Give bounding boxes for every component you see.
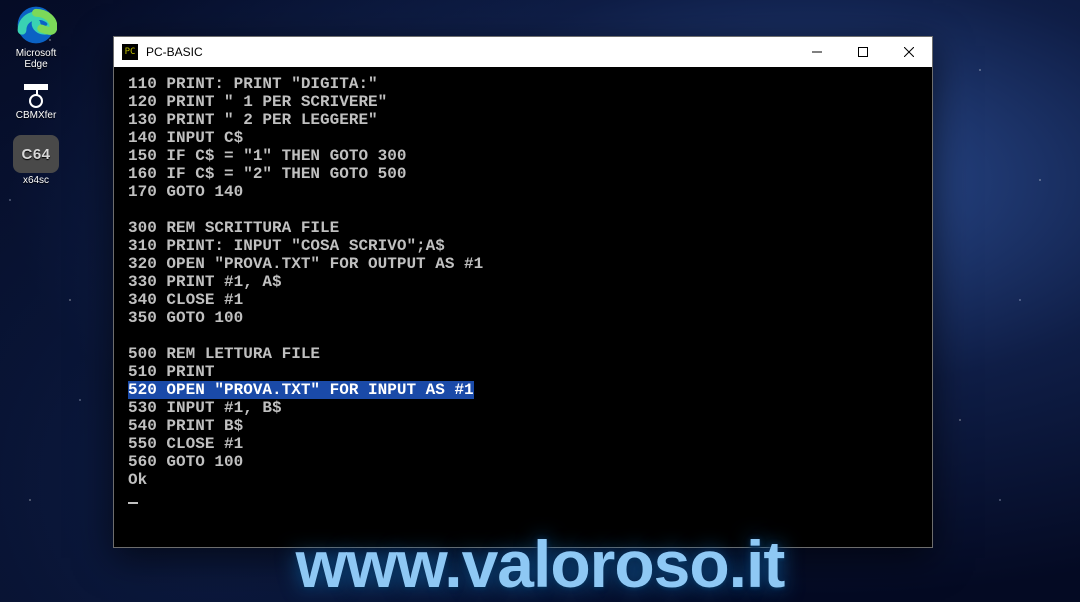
code-line: 510 PRINT <box>128 363 918 381</box>
code-line: 330 PRINT #1, A$ <box>128 273 918 291</box>
code-line: 500 REM LETTURA FILE <box>128 345 918 363</box>
code-line: 170 GOTO 140 <box>128 183 918 201</box>
cursor <box>128 502 138 504</box>
code-line: 310 PRINT: INPUT "COSA SCRIVO";A$ <box>128 237 918 255</box>
code-line: 520 OPEN "PROVA.TXT" FOR INPUT AS #1 <box>128 381 918 399</box>
app-icon: PC <box>122 44 138 60</box>
edge-icon <box>15 4 57 46</box>
code-line: 110 PRINT: PRINT "DIGITA:" <box>128 75 918 93</box>
pc-basic-window: PC PC-BASIC 110 PRINT: PRINT "DIGITA:"12… <box>113 36 933 548</box>
desktop-icon-edge[interactable]: Microsoft Edge <box>3 4 69 70</box>
code-line: 150 IF C$ = "1" THEN GOTO 300 <box>128 147 918 165</box>
minimize-button[interactable] <box>794 37 840 67</box>
desktop-icons: Microsoft Edge CBMXfer C64 x64sc <box>0 0 72 186</box>
code-line: 540 PRINT B$ <box>128 417 918 435</box>
code-line: 350 GOTO 100 <box>128 309 918 327</box>
code-line: 530 INPUT #1, B$ <box>128 399 918 417</box>
code-line: 160 IF C$ = "2" THEN GOTO 500 <box>128 165 918 183</box>
terminal[interactable]: 110 PRINT: PRINT "DIGITA:"120 PRINT " 1 … <box>114 67 932 547</box>
minimize-icon <box>812 47 822 57</box>
maximize-button[interactable] <box>840 37 886 67</box>
cbmxfer-icon <box>24 84 48 108</box>
close-icon <box>904 47 914 57</box>
window-title: PC-BASIC <box>146 45 794 59</box>
code-line: 560 GOTO 100 <box>128 453 918 471</box>
code-line <box>128 327 918 345</box>
desktop-icon-cbmxfer[interactable]: CBMXfer <box>3 84 69 121</box>
code-line: 120 PRINT " 1 PER SCRIVERE" <box>128 93 918 111</box>
close-button[interactable] <box>886 37 932 67</box>
code-line: 140 INPUT C$ <box>128 129 918 147</box>
code-line: Ok <box>128 471 918 489</box>
titlebar[interactable]: PC PC-BASIC <box>114 37 932 67</box>
code-line: 300 REM SCRITTURA FILE <box>128 219 918 237</box>
desktop-icon-label: CBMXfer <box>16 110 57 121</box>
code-line: 130 PRINT " 2 PER LEGGERE" <box>128 111 918 129</box>
desktop-icon-x64sc[interactable]: C64 x64sc <box>3 135 69 186</box>
desktop: Microsoft Edge CBMXfer C64 x64sc PC PC-B… <box>0 0 1080 602</box>
code-line: 550 CLOSE #1 <box>128 435 918 453</box>
desktop-icon-label: Microsoft Edge <box>3 48 69 70</box>
code-line: 320 OPEN "PROVA.TXT" FOR OUTPUT AS #1 <box>128 255 918 273</box>
code-line: 340 CLOSE #1 <box>128 291 918 309</box>
code-line <box>128 201 918 219</box>
window-controls <box>794 37 932 67</box>
prompt-line <box>128 489 918 507</box>
c64-icon: C64 <box>13 135 59 173</box>
desktop-icon-label: x64sc <box>23 175 49 186</box>
maximize-icon <box>858 47 868 57</box>
